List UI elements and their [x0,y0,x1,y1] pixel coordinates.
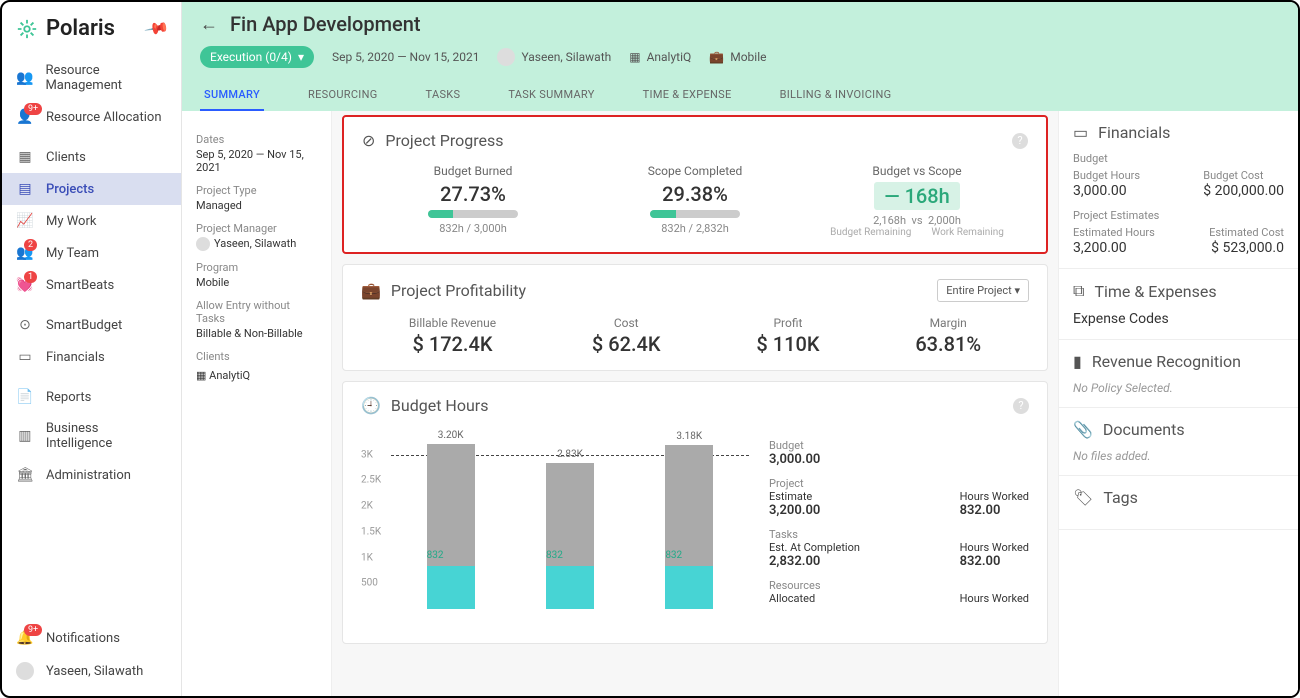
sidebar-item-business-intelligence[interactable]: ▥Business Intelligence [2,413,181,459]
sidebar-item-smartbudget[interactable]: ⊙SmartBudget [2,309,181,341]
client-chip: ▦AnalytiQ [629,50,691,64]
nav-icon: ▤ [16,181,34,197]
sidebar-item-clients[interactable]: ▦Clients [2,141,181,173]
manager-chip: Yaseen, Silawath [497,48,611,66]
help-icon[interactable]: ? [1013,398,1029,414]
nav-icon: ⊙ [16,317,34,333]
right-panel: ▭Financials Budget Budget Hours3,000.00B… [1058,111,1298,696]
link-icon: ⧉ [1073,281,1084,301]
polaris-logo-icon [16,18,38,40]
budget-chart: 3K2.5K2K1.5K1K5003.20K8322.83K8323.18K83… [361,429,749,629]
tab-tasks[interactable]: TASKS [422,80,465,111]
main: ← Fin App Development Execution (0/4)▾ S… [182,2,1298,696]
pin-icon[interactable]: 📌 [143,15,170,42]
sidebar: Polaris 📌 👥Resource Management👤9+Resourc… [2,2,182,696]
money-icon: ▭ [1073,123,1088,142]
sidebar-item-resource-allocation[interactable]: 👤9+Resource Allocation [2,101,181,133]
topbar: ← Fin App Development Execution (0/4)▾ S… [182,2,1298,111]
scope-select[interactable]: Entire Project ▾ [937,279,1029,302]
notifications[interactable]: 🔔 9+ Notifications [2,622,181,654]
project-progress-card: ⊘Project Progress? Budget Burned 27.73% … [342,115,1048,254]
tab-summary[interactable]: SUMMARY [200,80,264,111]
building-icon: ▦ [629,50,640,64]
revenue-section: ▮Revenue Recognition No Policy Selected. [1059,340,1298,408]
nav-icon: ▭ [16,349,34,365]
avatar-icon [16,662,34,680]
sidebar-item-my-team[interactable]: 👥2My Team [2,237,181,269]
avatar-icon [497,48,515,66]
help-icon[interactable]: ? [1012,133,1028,149]
avatar-icon [196,237,210,251]
time-expense-section: ⧉Time & Expenses Expense Codes [1059,269,1298,340]
budget-vs-scope: Budget vs Scope — 168h 2,168h vs 2,000h … [806,164,1028,238]
sidebar-item-resource-management[interactable]: 👥Resource Management [2,55,181,101]
sidebar-item-financials[interactable]: ▭Financials [2,341,181,373]
chart-icon: ▮ [1073,352,1082,371]
nav-icon: 🏛 [16,467,34,483]
tab-task-summary[interactable]: TASK SUMMARY [504,80,598,111]
page-title: Fin App Development [230,12,421,36]
financials-section: ▭Financials Budget Budget Hours3,000.00B… [1059,111,1298,269]
status-pill[interactable]: Execution (0/4)▾ [200,46,314,68]
sidebar-item-projects[interactable]: ▤Projects [2,173,181,205]
tags-section: 🏷Tags [1059,476,1298,530]
nav-icon: 📈 [16,213,34,229]
back-arrow-icon[interactable]: ← [200,14,218,35]
budget-burned: Budget Burned 27.73% 832h / 3,000h [362,164,584,238]
project-details: DatesSep 5, 2020 — Nov 15, 2021 Project … [182,111,332,696]
budget-side: Budget3,000.00 Project Estimate3,200.00H… [769,429,1029,629]
nav-icon: ▦ [16,149,34,165]
tab-time-expense[interactable]: TIME & EXPENSE [639,80,736,111]
nav-icon: 📄 [16,389,34,405]
tab-billing-invoicing[interactable]: BILLING & INVOICING [776,80,896,111]
sidebar-item-administration[interactable]: 🏛Administration [2,459,181,491]
nav-icon: ▥ [16,428,34,444]
date-range: Sep 5, 2020 — Nov 15, 2021 [332,50,480,64]
app-root: Polaris 📌 👥Resource Management👤9+Resourc… [0,0,1300,698]
documents-section: 📎Documents No files added. [1059,408,1298,476]
briefcase-icon: 💼 [709,50,724,64]
tab-resourcing[interactable]: RESOURCING [304,80,382,111]
current-user[interactable]: Yaseen, Silawath [2,654,181,688]
clock-icon: 🕘 [361,396,381,415]
sidebar-item-my-work[interactable]: 📈My Work [2,205,181,237]
check-circle-icon: ⊘ [362,131,375,150]
logo: Polaris 📌 [2,10,181,55]
tabs: SUMMARY RESOURCING TASKS TASK SUMMARY TIME &… [200,80,1280,111]
sidebar-item-reports[interactable]: 📄Reports [2,381,181,413]
nav-list: 👥Resource Management👤9+Resource Allocati… [2,55,181,491]
nav-icon: 👥 [16,70,33,86]
tag-icon: 🏷 [1073,488,1093,507]
briefcase-icon: 💼 [361,281,381,300]
building-icon: ▦ [196,369,206,382]
profitability-card: 💼Project Profitability Entire Project ▾ … [342,264,1048,371]
sidebar-item-smartbeats[interactable]: 💓1SmartBeats [2,269,181,301]
logo-text: Polaris [46,16,115,41]
budget-hours-card: 🕘Budget Hours? 3K2.5K2K1.5K1K5003.20K832… [342,381,1048,644]
paperclip-icon: 📎 [1073,420,1093,439]
scope-completed: Scope Completed 29.38% 832h / 2,832h [584,164,806,238]
program-chip: 💼Mobile [709,50,766,64]
content: DatesSep 5, 2020 — Nov 15, 2021 Project … [182,111,1298,696]
summary-cards: ⊘Project Progress? Budget Burned 27.73% … [332,111,1058,696]
chevron-down-icon: ▾ [298,50,304,64]
